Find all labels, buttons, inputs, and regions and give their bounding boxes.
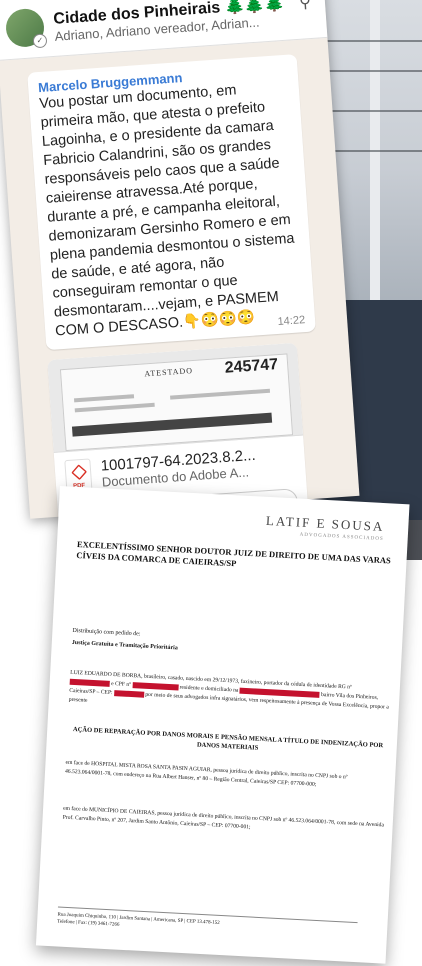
defendant-2: em face do MUNICÍPIO DE CAIEIRAS, pessoa… [62, 805, 385, 831]
redaction [132, 681, 179, 691]
legal-document: LATIF E SOUSA ADVOGADOS ASSOCIADOS EXCEL… [35, 486, 410, 964]
law-firm-logo: LATIF E SOUSA ADVOGADOS ASSOCIADOS [265, 512, 385, 543]
message-text: Vou postar um documento, em primeira mão… [38, 82, 300, 340]
chat-area: Marcelo Bruggemmann Vou postar um docume… [0, 38, 359, 519]
redaction [69, 678, 110, 687]
defendant-1: em face de HOSPITAL MISTA ROSA SANTA PAS… [64, 759, 348, 788]
justice-label: Justiça Gratuita e Tramitação Prioritári… [71, 639, 178, 652]
message-bubble[interactable]: Marcelo Bruggemmann Vou postar um docume… [27, 54, 316, 351]
redaction [239, 687, 320, 698]
search-icon[interactable]: ⚲ [299, 0, 312, 13]
thumbnail-number: 245747 [224, 356, 279, 377]
document-heading: EXCELENTÍSSIMO SENHOR DOUTOR JUIZ DE DIR… [76, 538, 392, 569]
check-icon: ✓ [32, 33, 48, 49]
party-paragraph: LUIZ EDUARDO DE BORBA, brasileiro, casad… [68, 669, 389, 711]
whatsapp-screenshot: ✓ Cidade dos Pinheirais 🌲🌲🌲 Adriano, Adr… [0, 0, 360, 519]
document-footer: Rua Joaquim Chiquinho, 110 | Jardim Sant… [56, 906, 358, 942]
distribution-label: Distribuição com pedido de: [72, 627, 141, 638]
group-avatar[interactable]: ✓ [4, 7, 48, 49]
redaction [113, 689, 145, 698]
message-time: 14:22 [277, 314, 306, 328]
action-title: AÇÃO DE REPARAÇÃO POR DANOS MORAIS E PEN… [72, 726, 384, 752]
document-thumbnail[interactable]: ATESTADO 245747 [47, 342, 304, 453]
